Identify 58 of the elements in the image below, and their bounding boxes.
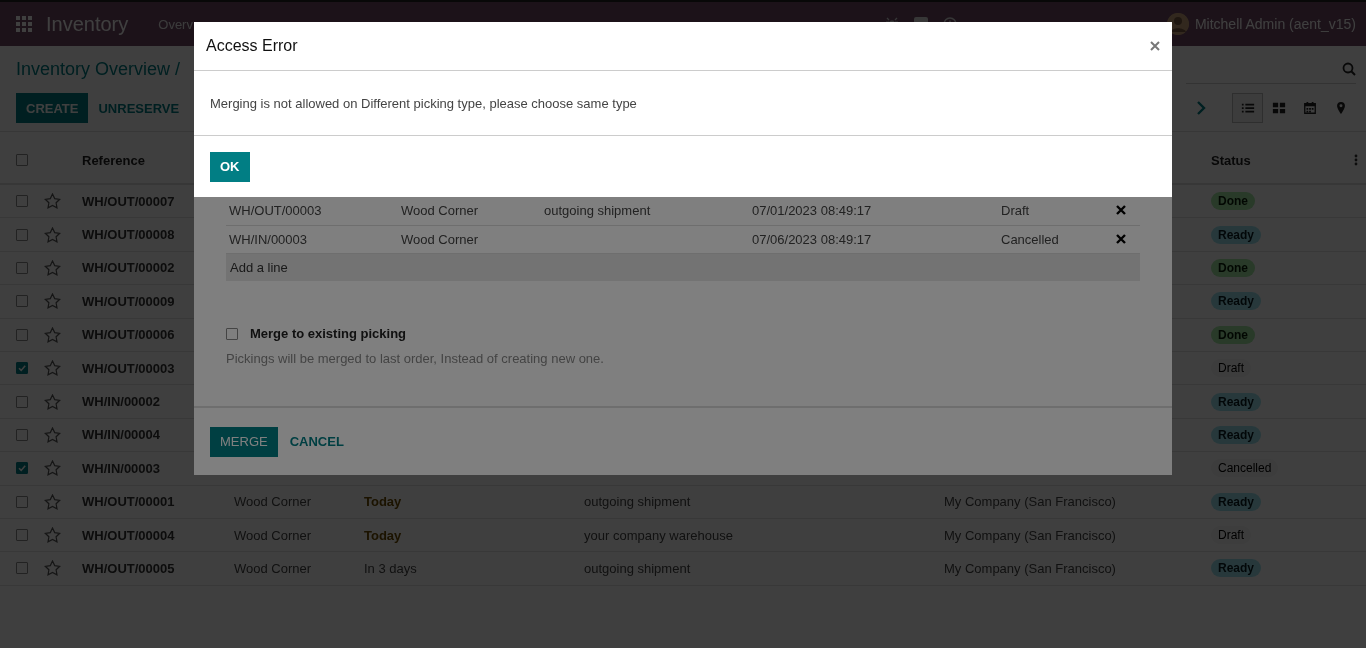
select-all-checkbox[interactable] xyxy=(16,154,28,166)
dialog-button[interactable]: CANCEL xyxy=(279,426,354,457)
calendar-icon xyxy=(1302,101,1317,115)
star-icon[interactable] xyxy=(44,393,61,410)
delete-icon[interactable] xyxy=(1116,205,1126,216)
star-icon[interactable] xyxy=(44,259,61,276)
row-checkbox[interactable] xyxy=(16,228,28,241)
scheduled-date-cell: Today xyxy=(364,527,402,543)
help-text: Pickings will be merged to last order, Instead of creating new one. xyxy=(226,351,605,366)
row-checkbox[interactable] xyxy=(16,395,28,408)
line-date-cell: 07/06/2023 08:49:17 xyxy=(752,231,872,247)
star-icon[interactable] xyxy=(44,527,61,544)
row-checkbox[interactable] xyxy=(16,362,28,375)
row-checkbox[interactable] xyxy=(16,261,28,274)
line-reference-cell: WH/IN/00003 xyxy=(229,231,308,247)
dialog-title: Access Error xyxy=(206,37,298,55)
star-icon[interactable] xyxy=(44,560,61,577)
toolbar-button[interactable]: UNRESERVE xyxy=(88,93,190,123)
view-switch-button[interactable] xyxy=(1232,93,1263,123)
dialog-button[interactable]: MERGE xyxy=(210,426,278,457)
row-checkbox[interactable] xyxy=(16,328,28,341)
app-grid-icon[interactable] xyxy=(16,16,32,32)
row-checkbox[interactable] xyxy=(16,195,28,208)
line-source-cell: outgoing shipment xyxy=(544,203,651,219)
scheduled-date-cell: Today xyxy=(364,494,402,510)
line-date-cell: 07/01/2023 08:49:17 xyxy=(752,203,872,219)
star-icon[interactable] xyxy=(44,360,61,377)
grid-view-icon xyxy=(1271,101,1286,115)
add-line-link[interactable]: Add a line xyxy=(226,254,1140,281)
breadcrumb[interactable]: Inventory Overview / xyxy=(16,59,181,80)
row-checkbox[interactable] xyxy=(16,562,28,575)
ok-button[interactable]: OK xyxy=(210,151,250,182)
row-checkbox[interactable] xyxy=(16,529,28,542)
kebab-menu-icon[interactable] xyxy=(1354,154,1358,166)
line-state-cell: Cancelled xyxy=(1001,231,1059,247)
close-icon[interactable] xyxy=(1150,41,1160,51)
star-icon[interactable] xyxy=(44,226,61,243)
delete-icon[interactable] xyxy=(1116,233,1126,244)
error-message: Merging is not allowed on Different picking type, please choose same type xyxy=(210,95,637,111)
star-icon[interactable] xyxy=(44,326,61,343)
line-partner-cell: Wood Corner xyxy=(401,231,479,247)
line-partner-cell: Wood Corner xyxy=(401,203,479,219)
row-checkbox[interactable] xyxy=(16,462,28,475)
merge-option-label: Merge to existing picking xyxy=(250,326,407,341)
line-reference-cell: WH/OUT/00003 xyxy=(229,203,322,219)
star-icon[interactable] xyxy=(44,426,61,443)
list-view-icon xyxy=(1240,101,1255,115)
chevron-right-icon[interactable] xyxy=(1196,101,1206,115)
star-icon[interactable] xyxy=(44,460,61,477)
row-checkbox[interactable] xyxy=(16,295,28,308)
line-state-cell: Draft xyxy=(1001,203,1030,219)
row-checkbox[interactable] xyxy=(16,428,28,441)
star-icon[interactable] xyxy=(44,293,61,310)
star-icon[interactable] xyxy=(44,193,61,210)
star-icon[interactable] xyxy=(44,493,61,510)
search-icon[interactable] xyxy=(1342,62,1356,76)
merge-checkbox[interactable] xyxy=(226,327,238,340)
row-checkbox[interactable] xyxy=(16,495,28,508)
